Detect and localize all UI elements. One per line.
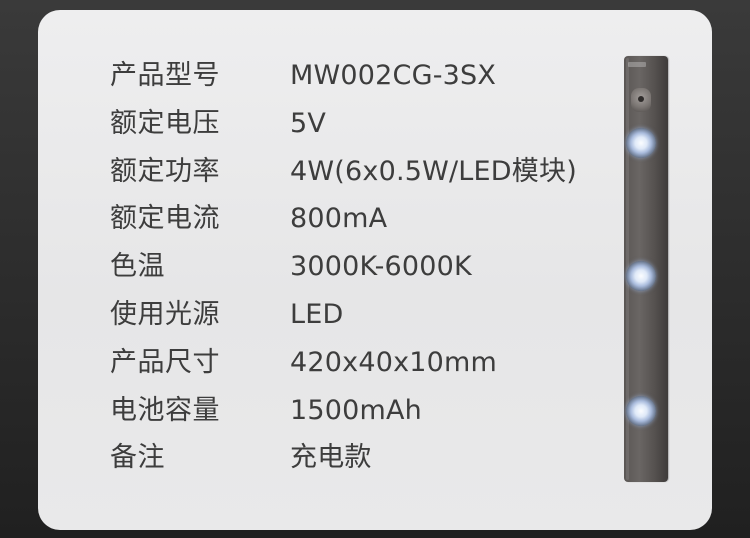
spec-row-light-source: 使用光源 LED (110, 291, 590, 339)
spec-label: 产品尺寸 (110, 346, 220, 378)
spec-label: 额定功率 (110, 155, 220, 187)
led-light-bar-icon (612, 56, 668, 484)
led-lamp-icon (626, 128, 656, 158)
spec-label: 备注 (110, 442, 165, 474)
spec-value: 4W(6x0.5W/LED模块) (290, 155, 577, 187)
spec-row-voltage: 额定电压 5V (110, 100, 590, 148)
spec-label: 额定电压 (110, 107, 220, 139)
spec-row-current: 额定电流 800mA (110, 195, 590, 243)
spec-row-dimensions: 产品尺寸 420x40x10mm (110, 339, 590, 387)
spec-label: 使用光源 (110, 298, 220, 330)
led-lamp-icon (626, 396, 656, 426)
spec-value: 420x40x10mm (290, 346, 498, 378)
sensor-lens-icon (638, 96, 644, 102)
spec-value: 充电款 (290, 442, 372, 474)
brand-mark (628, 62, 646, 67)
led-lamp-icon (626, 261, 656, 291)
spec-label: 电池容量 (110, 394, 220, 426)
spec-row-battery: 电池容量 1500mAh (110, 387, 590, 435)
spec-value: 1500mAh (290, 394, 422, 426)
spec-row-power: 额定功率 4W(6x0.5W/LED模块) (110, 148, 590, 196)
spec-value: 5V (290, 107, 327, 139)
spec-row-color-temperature: 色温 3000K-6000K (110, 243, 590, 291)
spec-row-note: 备注 充电款 (110, 434, 590, 482)
spec-table: 产品型号 MW002CG-3SX 额定电压 5V 额定功率 4W(6x0.5W/… (110, 52, 590, 482)
spec-label: 色温 (110, 251, 165, 283)
spec-label: 产品型号 (110, 60, 220, 91)
spec-value: MW002CG-3SX (290, 60, 497, 91)
spec-row-model: 产品型号 MW002CG-3SX (110, 52, 590, 100)
spec-value: LED (290, 298, 344, 330)
spec-label: 额定电流 (110, 203, 220, 235)
spec-value: 3000K-6000K (290, 251, 472, 283)
spec-value: 800mA (290, 203, 388, 235)
page-frame: 产品型号 MW002CG-3SX 额定电压 5V 额定功率 4W(6x0.5W/… (0, 0, 750, 538)
